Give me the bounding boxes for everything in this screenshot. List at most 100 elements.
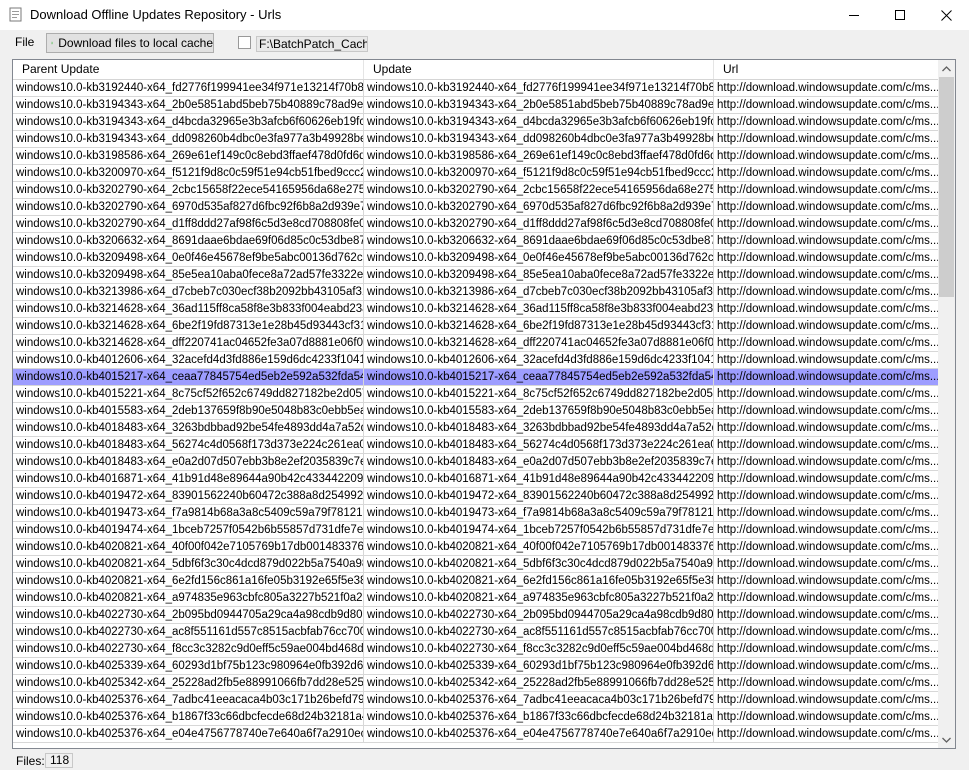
url-cell[interactable]: http://download.windowsupdate.com/c/ms..… [714,726,939,743]
maximize-button[interactable] [877,0,923,30]
table-row[interactable]: windows10.0-kb4022730-x64_2b095bd0944705… [13,607,939,624]
parent-update-cell[interactable]: windows10.0-kb4025376-x64_e04e4756778740… [13,726,364,743]
table-row[interactable]: windows10.0-kb4015217-x64_ceaa77845754ed… [13,369,939,386]
parent-update-cell[interactable]: windows10.0-kb4020821-x64_6e2fd156c861a1… [13,573,364,590]
url-cell[interactable]: http://download.windowsupdate.com/c/ms..… [714,369,939,386]
parent-update-cell[interactable]: windows10.0-kb3202790-x64_2cbc15658f22ec… [13,182,364,199]
update-cell[interactable]: windows10.0-kb3202790-x64_6970d535af827d… [364,199,714,216]
update-cell[interactable]: windows10.0-kb4016871-x64_41b91d48e89644… [364,471,714,488]
update-cell[interactable]: windows10.0-kb4022730-x64_f8cc3c3282c9d0… [364,641,714,658]
url-cell[interactable]: http://download.windowsupdate.com/c/ms..… [714,199,939,216]
update-cell[interactable]: windows10.0-kb4015583-x64_2deb137659f8b9… [364,403,714,420]
table-row[interactable]: windows10.0-kb4025376-x64_b1867f33c66dbc… [13,709,939,726]
parent-update-cell[interactable]: windows10.0-kb4012606-x64_32acefd4d3fd88… [13,352,364,369]
close-button[interactable] [923,0,969,30]
update-cell[interactable]: windows10.0-kb3214628-x64_36ad115ff8ca58… [364,301,714,318]
url-cell[interactable]: http://download.windowsupdate.com/c/ms..… [714,590,939,607]
table-row[interactable]: windows10.0-kb4025339-x64_60293d1bf75b12… [13,658,939,675]
table-row[interactable]: windows10.0-kb4018483-x64_56274c4d0568f1… [13,437,939,454]
table-row[interactable]: windows10.0-kb3206632-x64_8691daae6bdae6… [13,233,939,250]
url-cell[interactable]: http://download.windowsupdate.com/c/ms..… [714,114,939,131]
update-cell[interactable]: windows10.0-kb4020821-x64_a974835e963cbf… [364,590,714,607]
parent-update-cell[interactable]: windows10.0-kb3194343-x64_2b0e5851abd5be… [13,97,364,114]
url-cell[interactable]: http://download.windowsupdate.com/c/ms..… [714,233,939,250]
parent-update-cell[interactable]: windows10.0-kb4015583-x64_2deb137659f8b9… [13,403,364,420]
table-row[interactable]: windows10.0-kb4020821-x64_5dbf6f3c30c4dc… [13,556,939,573]
parent-update-cell[interactable]: windows10.0-kb3192440-x64_fd2776f199941e… [13,80,364,97]
update-cell[interactable]: windows10.0-kb4018483-x64_3263bdbbad92be… [364,420,714,437]
update-cell[interactable]: windows10.0-kb4020821-x64_5dbf6f3c30c4dc… [364,556,714,573]
update-cell[interactable]: windows10.0-kb4019474-x64_1bceb7257f0542… [364,522,714,539]
url-cell[interactable]: http://download.windowsupdate.com/c/ms..… [714,250,939,267]
update-cell[interactable]: windows10.0-kb3214628-x64_6be2f19fd87313… [364,318,714,335]
table-row[interactable]: windows10.0-kb3214628-x64_36ad115ff8ca58… [13,301,939,318]
update-cell[interactable]: windows10.0-kb3213986-x64_d7cbeb7c030ecf… [364,284,714,301]
column-header-url[interactable]: Url [714,60,939,79]
parent-update-cell[interactable]: windows10.0-kb4019474-x64_1bceb7257f0542… [13,522,364,539]
table-row[interactable]: windows10.0-kb3214628-x64_dff220741ac046… [13,335,939,352]
update-cell[interactable]: windows10.0-kb4015217-x64_ceaa77845754ed… [364,369,714,386]
table-row[interactable]: windows10.0-kb3214628-x64_6be2f19fd87313… [13,318,939,335]
table-row[interactable]: windows10.0-kb4020821-x64_6e2fd156c861a1… [13,573,939,590]
parent-update-cell[interactable]: windows10.0-kb4025342-x64_25228ad2fb5e88… [13,675,364,692]
column-header-update[interactable]: Update [364,60,714,79]
parent-update-cell[interactable]: windows10.0-kb4025376-x64_b1867f33c66dbc… [13,709,364,726]
parent-update-cell[interactable]: windows10.0-kb4022730-x64_f8cc3c3282c9d0… [13,641,364,658]
update-cell[interactable]: windows10.0-kb4020821-x64_40f00f042e7105… [364,539,714,556]
scroll-up-button[interactable] [938,60,955,77]
update-cell[interactable]: windows10.0-kb3214628-x64_dff220741ac046… [364,335,714,352]
update-cell[interactable]: windows10.0-kb3206632-x64_8691daae6bdae6… [364,233,714,250]
update-cell[interactable]: windows10.0-kb4019473-x64_f7a9814b68a3a8… [364,505,714,522]
parent-update-cell[interactable]: windows10.0-kb4018483-x64_56274c4d0568f1… [13,437,364,454]
table-row[interactable]: windows10.0-kb4019473-x64_f7a9814b68a3a8… [13,505,939,522]
parent-update-cell[interactable]: windows10.0-kb4025376-x64_7adbc41eeacaca… [13,692,364,709]
table-row[interactable]: windows10.0-kb4018483-x64_3263bdbbad92be… [13,420,939,437]
update-cell[interactable]: windows10.0-kb4025376-x64_e04e4756778740… [364,726,714,743]
urls-grid[interactable]: Parent Update Update Url windows10.0-kb3… [12,59,956,749]
update-cell[interactable]: windows10.0-kb3202790-x64_d1ff8ddd27af98… [364,216,714,233]
url-cell[interactable]: http://download.windowsupdate.com/c/ms..… [714,675,939,692]
url-cell[interactable]: http://download.windowsupdate.com/c/ms..… [714,556,939,573]
parent-update-cell[interactable]: windows10.0-kb4020821-x64_a974835e963cbf… [13,590,364,607]
update-cell[interactable]: windows10.0-kb4012606-x64_32acefd4d3fd88… [364,352,714,369]
table-row[interactable]: windows10.0-kb3202790-x64_d1ff8ddd27af98… [13,216,939,233]
table-row[interactable]: windows10.0-kb3194343-x64_2b0e5851abd5be… [13,97,939,114]
table-row[interactable]: windows10.0-kb4022730-x64_f8cc3c3282c9d0… [13,641,939,658]
url-cell[interactable]: http://download.windowsupdate.com/c/ms..… [714,216,939,233]
url-cell[interactable]: http://download.windowsupdate.com/c/ms..… [714,488,939,505]
parent-update-cell[interactable]: windows10.0-kb4019472-x64_83901562240b60… [13,488,364,505]
url-cell[interactable]: http://download.windowsupdate.com/c/ms..… [714,709,939,726]
url-cell[interactable]: http://download.windowsupdate.com/c/ms..… [714,607,939,624]
url-cell[interactable]: http://download.windowsupdate.com/c/ms..… [714,165,939,182]
table-row[interactable]: windows10.0-kb4016871-x64_41b91d48e89644… [13,471,939,488]
table-row[interactable]: windows10.0-kb4018483-x64_e0a2d07d507ebb… [13,454,939,471]
update-cell[interactable]: windows10.0-kb4022730-x64_2b095bd0944705… [364,607,714,624]
parent-update-cell[interactable]: windows10.0-kb3214628-x64_dff220741ac046… [13,335,364,352]
update-cell[interactable]: windows10.0-kb3194343-x64_d4bcda32965e3b… [364,114,714,131]
update-cell[interactable]: windows10.0-kb4018483-x64_e0a2d07d507ebb… [364,454,714,471]
table-row[interactable]: windows10.0-kb4020821-x64_40f00f042e7105… [13,539,939,556]
update-cell[interactable]: windows10.0-kb4025339-x64_60293d1bf75b12… [364,658,714,675]
parent-update-cell[interactable]: windows10.0-kb4020821-x64_40f00f042e7105… [13,539,364,556]
update-cell[interactable]: windows10.0-kb4020821-x64_6e2fd156c861a1… [364,573,714,590]
table-row[interactable]: windows10.0-kb4025376-x64_7adbc41eeacaca… [13,692,939,709]
url-cell[interactable]: http://download.windowsupdate.com/c/ms..… [714,692,939,709]
update-cell[interactable]: windows10.0-kb4022730-x64_ac8f551161d557… [364,624,714,641]
parent-update-cell[interactable]: windows10.0-kb3209498-x64_85e5ea10aba0fe… [13,267,364,284]
table-row[interactable]: windows10.0-kb3209498-x64_0e0f46e45678ef… [13,250,939,267]
update-cell[interactable]: windows10.0-kb4025376-x64_7adbc41eeacaca… [364,692,714,709]
url-cell[interactable]: http://download.windowsupdate.com/c/ms..… [714,318,939,335]
parent-update-cell[interactable]: windows10.0-kb4015221-x64_8c75cf52f652c6… [13,386,364,403]
url-cell[interactable]: http://download.windowsupdate.com/c/ms..… [714,437,939,454]
parent-update-cell[interactable]: windows10.0-kb4018483-x64_e0a2d07d507ebb… [13,454,364,471]
table-row[interactable]: windows10.0-kb4025376-x64_e04e4756778740… [13,726,939,743]
update-cell[interactable]: windows10.0-kb4025342-x64_25228ad2fb5e88… [364,675,714,692]
table-row[interactable]: windows10.0-kb3194343-x64_dd098260b4dbc0… [13,131,939,148]
url-cell[interactable]: http://download.windowsupdate.com/c/ms..… [714,301,939,318]
url-cell[interactable]: http://download.windowsupdate.com/c/ms..… [714,403,939,420]
parent-update-cell[interactable]: windows10.0-kb3214628-x64_36ad115ff8ca58… [13,301,364,318]
url-cell[interactable]: http://download.windowsupdate.com/c/ms..… [714,267,939,284]
url-cell[interactable]: http://download.windowsupdate.com/c/ms..… [714,658,939,675]
vertical-scrollbar[interactable] [938,60,955,748]
update-cell[interactable]: windows10.0-kb3200970-x64_f5121f9d8c0c59… [364,165,714,182]
